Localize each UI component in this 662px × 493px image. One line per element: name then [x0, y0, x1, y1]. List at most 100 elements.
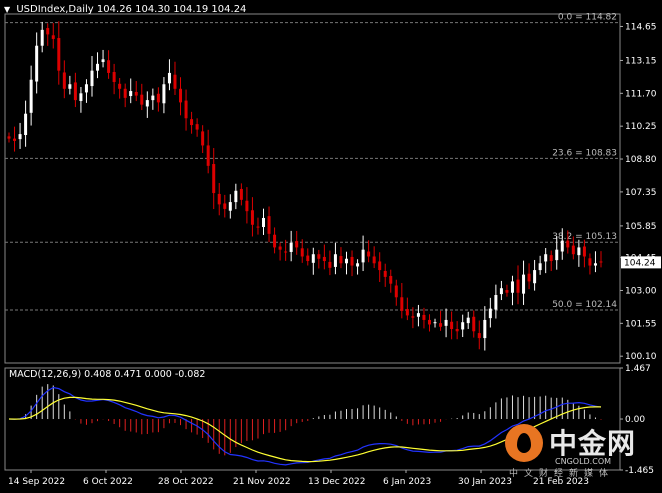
candle-body [84, 84, 88, 93]
symbol-label: USDIndex,Daily [16, 4, 94, 15]
candle-body [328, 261, 332, 268]
candle-body [68, 84, 72, 89]
candle-body [356, 263, 360, 267]
candle-body [228, 202, 232, 211]
candle-body [444, 319, 448, 326]
fib-level-label: 0.0 = 114.82 [558, 13, 617, 23]
candle-body [201, 131, 205, 146]
candle-body [162, 84, 166, 104]
price-tick-label: 103.00 [625, 286, 657, 296]
candle-body [317, 254, 321, 259]
candle-body [46, 28, 50, 35]
candle-body [588, 258, 592, 266]
candle-body [394, 285, 398, 298]
candle-body [18, 134, 22, 140]
candle-body [40, 29, 44, 46]
candle-body [372, 256, 376, 264]
current-price-label: 104.24 [624, 258, 656, 268]
candle-body [322, 256, 326, 262]
candle-body [179, 88, 183, 103]
candle-body [250, 210, 254, 225]
candle-body [96, 63, 100, 71]
candle-body [405, 309, 409, 316]
candle-body [184, 100, 188, 119]
price-tick-label: 113.15 [625, 56, 657, 66]
date-tick-label: 6 Oct 2022 [83, 477, 133, 487]
candle-body [156, 93, 160, 103]
candle-body [472, 316, 476, 332]
candle-body [433, 322, 437, 324]
fib-level-label: 50.0 = 102.14 [552, 300, 617, 310]
candle-body [35, 45, 39, 82]
candle-body [566, 240, 570, 248]
candle-body [582, 246, 586, 257]
candle-body [333, 254, 337, 267]
candle-body [284, 251, 288, 253]
candle-body [599, 261, 603, 263]
dropdown-triangle-icon[interactable]: ▼ [4, 5, 10, 14]
candle-body [389, 275, 393, 284]
chart-header: ▼ USDIndex,Daily 104.26 104.30 104.19 10… [4, 4, 246, 15]
candle-body [262, 217, 266, 228]
candle-body [577, 247, 581, 256]
candle-body [494, 295, 498, 310]
watermark-subtitle: 中文财经新媒体 [509, 469, 615, 479]
price-tick-label: 105.85 [625, 222, 657, 232]
candle-body [367, 251, 371, 257]
candle-body [499, 288, 503, 295]
candle-body [555, 249, 559, 261]
candle-body [549, 255, 553, 262]
candle-body [190, 119, 194, 126]
candle-body [516, 279, 520, 293]
candle-body [483, 319, 487, 339]
candle-body [245, 200, 249, 212]
candle-body [538, 263, 542, 271]
date-tick-label: 6 Jan 2023 [383, 477, 431, 487]
watermark-brand: 中金网 [549, 427, 637, 460]
watermark-url: CNGOLD.COM [555, 457, 612, 466]
candle-body [129, 91, 133, 97]
candle-body [140, 94, 144, 105]
date-tick-label: 28 Oct 2022 [158, 477, 214, 487]
candle-body [461, 322, 465, 330]
candle-body [593, 263, 597, 266]
candle-body [344, 258, 348, 264]
price-tick-label: 100.10 [625, 352, 657, 362]
candle-body [217, 193, 221, 205]
candle-body [378, 261, 382, 271]
candle-body [527, 273, 531, 282]
candle-body [488, 308, 492, 319]
candle-body [13, 138, 17, 141]
fib-level-label: 23.6 = 108.83 [552, 148, 617, 158]
candle-body [361, 249, 365, 263]
candle-body [560, 240, 564, 252]
candle-body [439, 323, 443, 327]
candle-body [295, 241, 299, 248]
candle-body [306, 255, 310, 262]
candle-body [427, 319, 431, 325]
macd-header: MACD(12,26,9) 0.408 0.471 0.000 -0.082 [9, 369, 206, 380]
candle-body [571, 245, 575, 255]
candle-body [112, 72, 116, 82]
candle-body [278, 246, 282, 250]
price-tick-label: 108.80 [625, 155, 657, 165]
candle-body [311, 254, 315, 263]
candle-body [7, 136, 11, 139]
candle-body [339, 256, 343, 264]
candle-body [62, 72, 66, 89]
candle-body [212, 164, 216, 194]
candle-body [466, 317, 470, 324]
candle-body [300, 248, 304, 257]
candle-body [118, 83, 122, 89]
price-tick-label: 101.55 [625, 319, 657, 329]
price-tick-label: 110.25 [625, 122, 657, 132]
date-tick-label: 30 Jan 2023 [458, 477, 512, 487]
candle-body [123, 88, 127, 98]
watermark-logo: 中金网 CNGOLD.COM 中文财经新媒体 [503, 420, 653, 479]
candle-body [151, 95, 155, 101]
logo-drop-icon [517, 433, 531, 453]
candle-body [195, 124, 199, 130]
candle-body [173, 74, 177, 89]
candle-body [73, 82, 77, 101]
candle-body [57, 38, 61, 71]
